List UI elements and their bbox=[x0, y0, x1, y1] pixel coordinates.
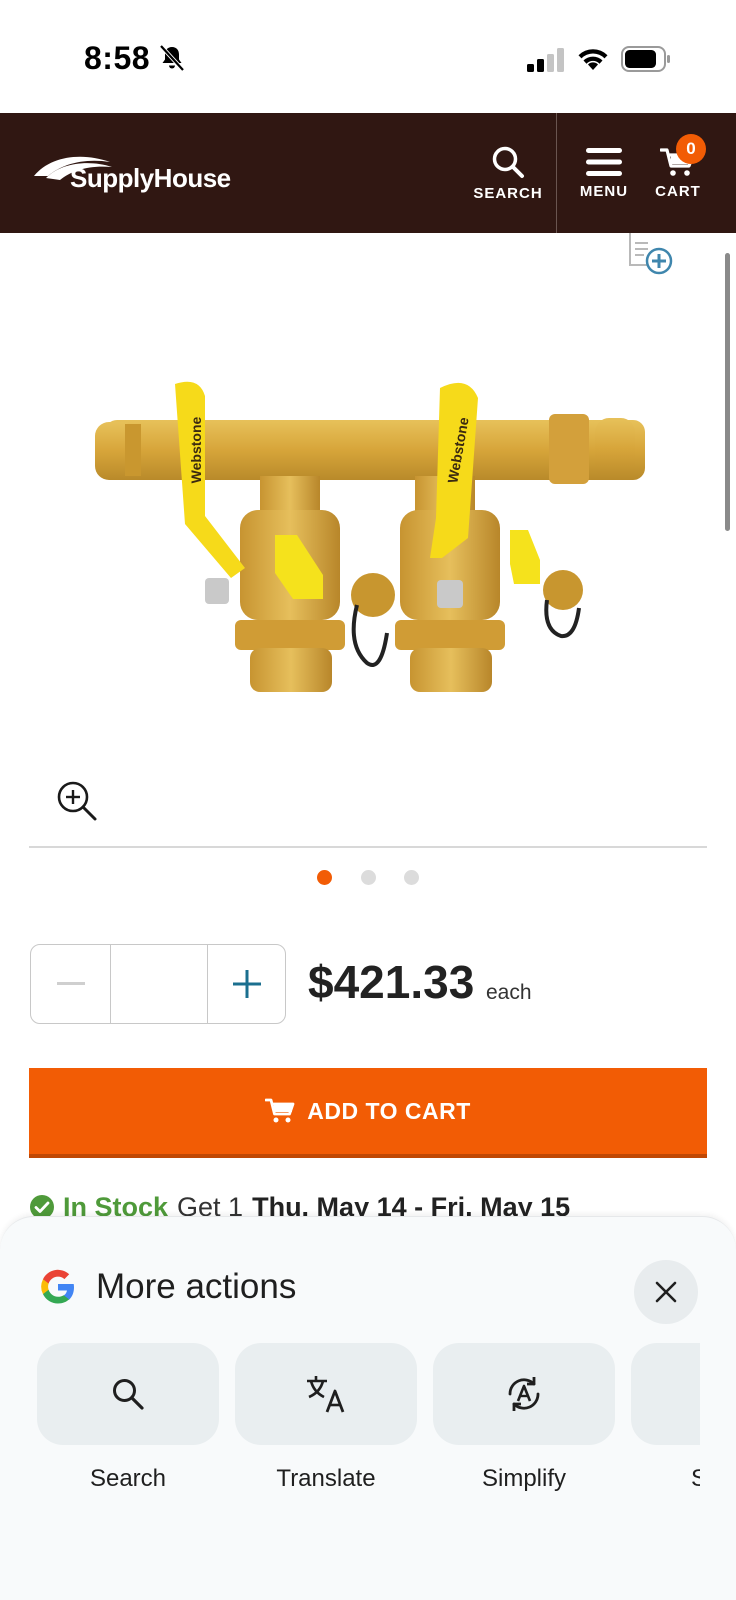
add-to-list-icon[interactable] bbox=[626, 233, 674, 275]
quantity-increase-button[interactable] bbox=[208, 945, 285, 1023]
action-search[interactable]: Search bbox=[37, 1343, 219, 1513]
action-translate[interactable]: Translate bbox=[235, 1343, 417, 1513]
header-cart-button[interactable]: CART bbox=[644, 113, 712, 233]
simplify-icon bbox=[508, 1377, 540, 1411]
action-partial-tile[interactable] bbox=[631, 1343, 700, 1445]
image-divider bbox=[29, 846, 707, 848]
carousel-dot-1[interactable] bbox=[317, 870, 332, 885]
header-menu-button[interactable]: MENU bbox=[572, 113, 636, 233]
battery-icon bbox=[621, 46, 670, 72]
google-logo-icon bbox=[41, 1269, 74, 1304]
hamburger-icon bbox=[586, 147, 622, 176]
cart-label: CART bbox=[655, 182, 701, 200]
action-partial[interactable]: S bbox=[631, 1343, 700, 1513]
status-time: 8:58 bbox=[84, 40, 151, 76]
signal-icon bbox=[527, 48, 564, 72]
add-to-cart-label: ADD TO CART bbox=[307, 1097, 471, 1124]
actions-row: Search Translate Simplify bbox=[37, 1343, 700, 1513]
header-search-button[interactable]: SEARCH bbox=[458, 113, 558, 233]
quantity-input[interactable] bbox=[111, 945, 208, 1023]
logo-text[interactable]: SupplyHouse bbox=[70, 163, 231, 194]
bell-muted-icon bbox=[159, 44, 185, 72]
minus-icon bbox=[56, 982, 85, 985]
product-image[interactable]: Webstone Webstone bbox=[95, 380, 655, 720]
close-icon bbox=[655, 1281, 677, 1303]
action-translate-label: Translate bbox=[276, 1465, 376, 1492]
cart-count-badge: 0 bbox=[676, 134, 706, 164]
status-bar: 8:58 bbox=[0, 0, 736, 113]
quantity-decrease-button[interactable] bbox=[31, 945, 111, 1023]
carousel-dot-2[interactable] bbox=[361, 870, 376, 885]
product-brand-mark-left: Webstone bbox=[188, 416, 204, 483]
carousel-dot-3[interactable] bbox=[404, 870, 419, 885]
wifi-icon bbox=[578, 49, 608, 70]
menu-label: MENU bbox=[579, 182, 629, 200]
action-simplify[interactable]: Simplify bbox=[433, 1343, 615, 1513]
sheet-title: More actions bbox=[96, 1267, 297, 1306]
price-unit: each bbox=[486, 981, 532, 1004]
translate-icon bbox=[307, 1376, 345, 1413]
zoom-in-icon[interactable] bbox=[56, 780, 98, 822]
more-actions-sheet: More actions Search Translate Simplify bbox=[0, 1216, 736, 1600]
close-button[interactable] bbox=[634, 1260, 698, 1324]
header-divider bbox=[556, 113, 557, 233]
action-translate-tile[interactable] bbox=[235, 1343, 417, 1445]
cart-icon bbox=[265, 1098, 295, 1123]
action-partial-label: S bbox=[631, 1465, 700, 1493]
action-search-label: Search bbox=[89, 1465, 167, 1492]
action-search-tile[interactable] bbox=[37, 1343, 219, 1445]
search-icon bbox=[113, 1379, 144, 1410]
product-price: $421.33 bbox=[308, 956, 475, 1008]
action-simplify-tile[interactable] bbox=[433, 1343, 615, 1445]
add-to-cart-button[interactable]: ADD TO CART bbox=[29, 1068, 707, 1158]
quantity-stepper bbox=[30, 944, 286, 1024]
page-scrollbar[interactable] bbox=[725, 253, 730, 531]
carousel-dots bbox=[0, 870, 736, 886]
search-icon bbox=[492, 146, 524, 178]
search-label: SEARCH bbox=[473, 184, 543, 202]
plus-icon bbox=[232, 970, 261, 998]
action-simplify-label: Simplify bbox=[481, 1465, 566, 1492]
